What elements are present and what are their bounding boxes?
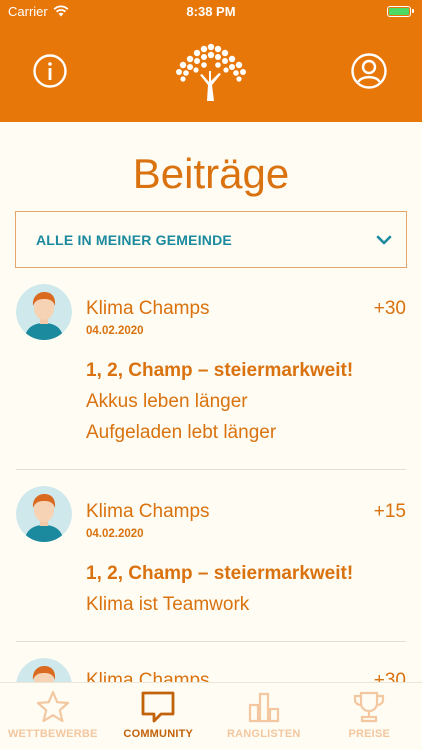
post-points: +15 [373, 501, 406, 522]
post-text-line: Aufgeladen lebt länger [86, 422, 277, 443]
post-date: 04.02.2020 [86, 325, 144, 337]
star-icon [36, 690, 69, 723]
post-text-line: Akkus leben länger [86, 391, 248, 412]
tab-wettbewerbe[interactable]: WETTBEWERBE [0, 683, 106, 750]
avatar [16, 284, 72, 340]
tab-preise[interactable]: PREISE [317, 683, 422, 750]
chevron-down-icon [376, 235, 392, 244]
post-item[interactable]: Klima Champs 04.02.2020 +15 1, 2, Champ … [0, 470, 422, 642]
filter-dropdown[interactable]: ALLE IN MEINER GEMEINDE [15, 211, 407, 268]
tab-label: RANGLISTEN [227, 728, 301, 740]
post-author[interactable]: Klima Champs [86, 298, 210, 320]
status-time: 8:38 PM [186, 3, 236, 19]
post-date: 04.02.2020 [86, 528, 144, 540]
post-item[interactable]: Klima Champs +30 [0, 642, 422, 682]
avatar [16, 658, 72, 682]
app-header [0, 22, 422, 122]
profile-icon[interactable] [350, 52, 388, 90]
page-title: Beiträge [132, 150, 290, 197]
post-text-line: Klima ist Teamwork [86, 594, 250, 615]
post-feed[interactable]: Klima Champs 04.02.2020 +30 1, 2, Champ … [0, 268, 422, 682]
post-headline: 1, 2, Champ – steiermarkweit! [86, 360, 354, 381]
post-author[interactable]: Klima Champs [86, 501, 210, 523]
battery-icon [387, 5, 411, 17]
post-points: +30 [373, 670, 406, 682]
tab-community[interactable]: COMMUNITY [106, 683, 212, 750]
tab-label: WETTBEWERBE [7, 728, 98, 740]
post-headline: 1, 2, Champ – steiermarkweit! [86, 563, 354, 584]
tree-logo-icon [176, 43, 246, 101]
bar-chart-icon [248, 692, 279, 723]
status-bar: Carrier 8:38 PM [0, 0, 422, 22]
tab-label: PREISE [348, 728, 391, 740]
tab-label: COMMUNITY [123, 728, 194, 740]
post-points: +30 [373, 298, 406, 319]
avatar [16, 486, 72, 542]
post-item[interactable]: Klima Champs 04.02.2020 +30 1, 2, Champ … [0, 268, 422, 470]
post-author[interactable]: Klima Champs [86, 670, 210, 682]
battery-indicator [387, 5, 414, 17]
info-icon[interactable] [32, 53, 68, 89]
tab-ranglisten[interactable]: RANGLISTEN [211, 683, 317, 750]
filter-selected-value: ALLE IN MEINER GEMEINDE [36, 231, 232, 248]
trophy-icon [354, 691, 385, 723]
chat-bubble-icon [141, 691, 175, 723]
tab-bar: WETTBEWERBE COMMUNITY RANGLISTEN PREISE [0, 682, 422, 750]
